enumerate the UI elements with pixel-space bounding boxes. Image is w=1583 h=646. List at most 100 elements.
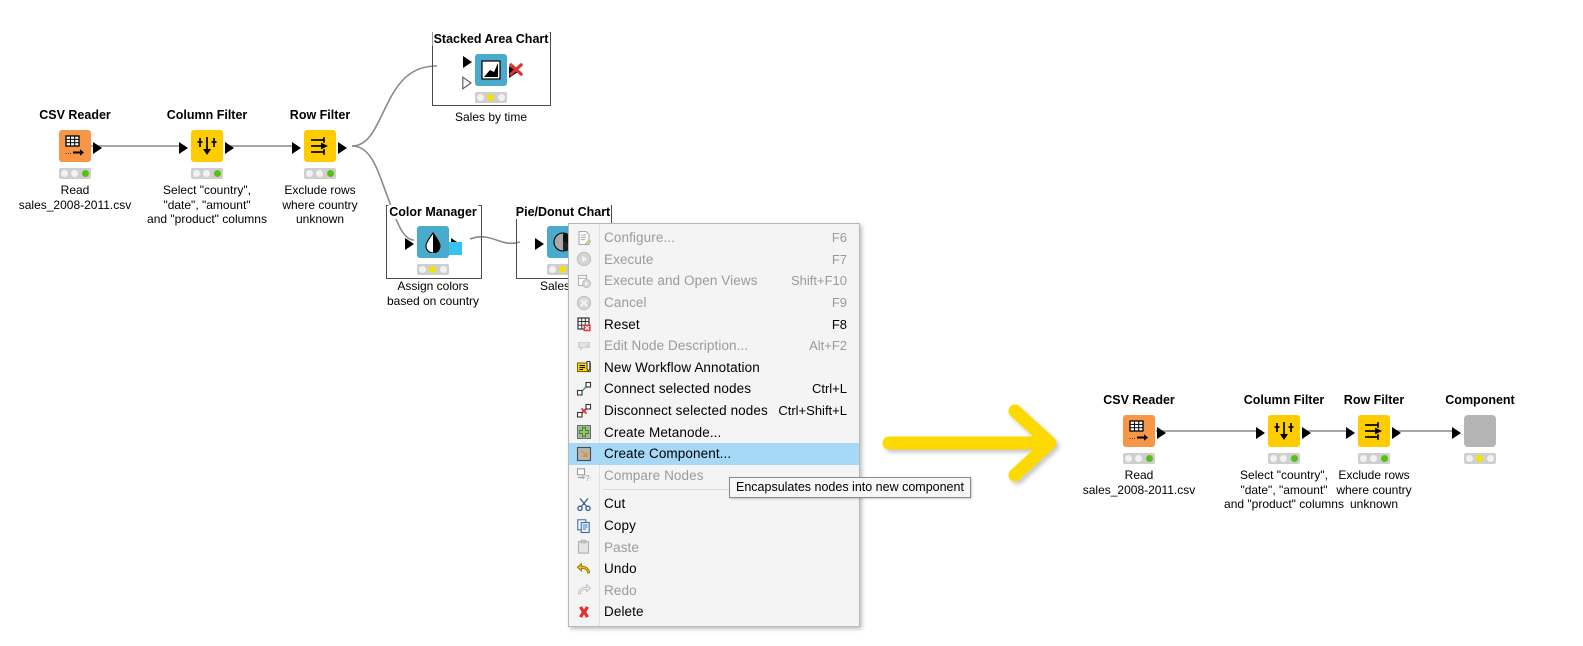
menu-item-shortcut: F8 xyxy=(831,316,847,332)
node-body[interactable] xyxy=(1464,415,1496,447)
redo-icon xyxy=(569,580,599,602)
status-led xyxy=(71,170,79,177)
execute-views-icon xyxy=(569,270,599,292)
node-caption: Exclude rows where country unknown xyxy=(282,183,358,226)
node-output-port[interactable] xyxy=(225,142,234,154)
menu-item-label: Redo xyxy=(604,582,637,598)
node-title: Component xyxy=(1445,393,1515,407)
node-input-port[interactable] xyxy=(463,56,472,68)
menu-item-create-component[interactable]: Create Component... xyxy=(569,442,859,465)
status-led xyxy=(1359,455,1367,462)
color-drop-icon xyxy=(417,226,449,258)
menu-item-label: Create Component... xyxy=(604,446,732,462)
status-led xyxy=(418,266,426,273)
menu-item-copy[interactable]: Copy xyxy=(569,515,859,537)
node-status xyxy=(1268,453,1300,464)
node-input-port[interactable] xyxy=(292,142,301,154)
workflow-canvas: CSV Reader ... Readsales_2008-2011.csv xyxy=(0,0,1583,646)
menu-item-label: Delete xyxy=(604,604,644,620)
menu-item-undo[interactable]: Undo xyxy=(569,558,859,580)
node-output-port[interactable] xyxy=(1157,427,1166,439)
menu-item-label: Execute and Open Views xyxy=(604,273,758,289)
node-title: Pie/Donut Chart xyxy=(514,205,612,219)
node-caption: Exclude rows where country unknown xyxy=(1336,468,1412,511)
row-filter-icon xyxy=(304,130,336,162)
annotation-icon xyxy=(569,357,599,379)
menu-item-redo[interactable]: Redo xyxy=(569,580,859,602)
node-body[interactable]: ... xyxy=(59,130,91,162)
node-body[interactable] xyxy=(417,226,449,258)
menu-item-reset[interactable]: Reset F8 xyxy=(569,313,859,335)
status-led-active xyxy=(1146,455,1154,462)
menu-item-new-workflow-annotation[interactable]: New Workflow Annotation xyxy=(569,357,859,379)
menu-item-label: Copy xyxy=(604,518,636,534)
transformation-arrow xyxy=(882,404,1057,482)
node-caption: Select "country", "date", "amount" and "pr… xyxy=(1224,468,1344,511)
node-body[interactable] xyxy=(1268,415,1300,447)
row-filter-icon xyxy=(1358,415,1390,447)
node-body[interactable] xyxy=(304,130,336,162)
status-led xyxy=(476,94,484,101)
node-body[interactable] xyxy=(475,54,507,86)
menu-item-paste[interactable]: Paste xyxy=(569,536,859,558)
node-status xyxy=(1358,453,1390,464)
color-output-port[interactable] xyxy=(449,242,462,255)
node-input-port[interactable] xyxy=(1452,427,1461,439)
node-input-port[interactable] xyxy=(1346,427,1355,439)
node-input-port[interactable] xyxy=(179,142,188,154)
status-led xyxy=(440,266,448,273)
node-body[interactable] xyxy=(191,130,223,162)
menu-item-shortcut: F7 xyxy=(831,251,847,267)
status-led xyxy=(203,170,211,177)
component-icon xyxy=(1464,415,1496,447)
node-title: Color Manager xyxy=(388,205,478,219)
node-output-port[interactable] xyxy=(1392,427,1401,439)
svg-text:...: ... xyxy=(1129,432,1136,441)
cut-icon xyxy=(569,493,599,515)
menu-item-cancel[interactable]: Cancel F9 xyxy=(569,292,859,314)
node-title: Column Filter xyxy=(166,108,248,122)
node-input-port[interactable] xyxy=(405,238,414,250)
menu-item-label: Create Metanode... xyxy=(604,424,722,440)
node-caption: Assign colors based on country xyxy=(386,279,480,308)
menu-item-connect-selected-nodes[interactable]: Connect selected nodes Ctrl+L xyxy=(569,378,859,400)
metanode-icon xyxy=(569,421,599,443)
node-status xyxy=(59,168,91,179)
disconnect-icon xyxy=(569,400,599,422)
status-led xyxy=(1124,455,1132,462)
node-body[interactable] xyxy=(1358,415,1390,447)
status-led-active xyxy=(82,170,90,177)
node-status xyxy=(304,168,336,179)
status-led xyxy=(1135,455,1143,462)
node-output-port[interactable] xyxy=(338,142,347,154)
menu-item-delete[interactable]: Delete xyxy=(569,601,859,623)
menu-item-execute-and-open-views[interactable]: Execute and Open Views Shift+F10 xyxy=(569,270,859,292)
menu-item-shortcut: Alt+F2 xyxy=(809,338,847,354)
status-led xyxy=(1465,455,1473,462)
area-chart-icon xyxy=(475,54,507,86)
node-optional-input-port[interactable] xyxy=(462,76,472,90)
node-input-port[interactable] xyxy=(1256,427,1265,439)
status-led-active xyxy=(429,266,437,273)
menu-item-label: Cut xyxy=(604,496,626,512)
node-status xyxy=(475,92,507,103)
menu-item-create-metanode[interactable]: Create Metanode... xyxy=(569,421,859,443)
menu-item-shortcut: F9 xyxy=(831,295,847,311)
menu-item-configure[interactable]: Configure... F6 xyxy=(569,227,859,249)
node-body[interactable]: ... xyxy=(1123,415,1155,447)
node-output-port[interactable] xyxy=(93,142,102,154)
menu-item-execute[interactable]: Execute F7 xyxy=(569,249,859,271)
menu-item-edit-node-description[interactable]: Edit Node Description... Alt+F2 xyxy=(569,335,859,357)
menu-item-label: Execute xyxy=(604,251,654,267)
menu-item-disconnect-selected-nodes[interactable]: Disconnect selected nodes Ctrl+Shift+L xyxy=(569,400,859,422)
node-input-port[interactable] xyxy=(535,238,544,250)
menu-item-shortcut: F6 xyxy=(831,230,847,246)
csv-reader-icon: ... xyxy=(59,130,91,162)
status-led-active xyxy=(559,266,567,273)
menu-item-shortcut: Ctrl+Shift+L xyxy=(778,403,847,419)
context-menu[interactable]: Configure... F6 Execute F7 Execute and O… xyxy=(568,223,860,627)
status-led-active xyxy=(487,94,495,101)
status-led xyxy=(192,170,200,177)
node-output-port[interactable] xyxy=(1302,427,1311,439)
undo-icon xyxy=(569,558,599,580)
